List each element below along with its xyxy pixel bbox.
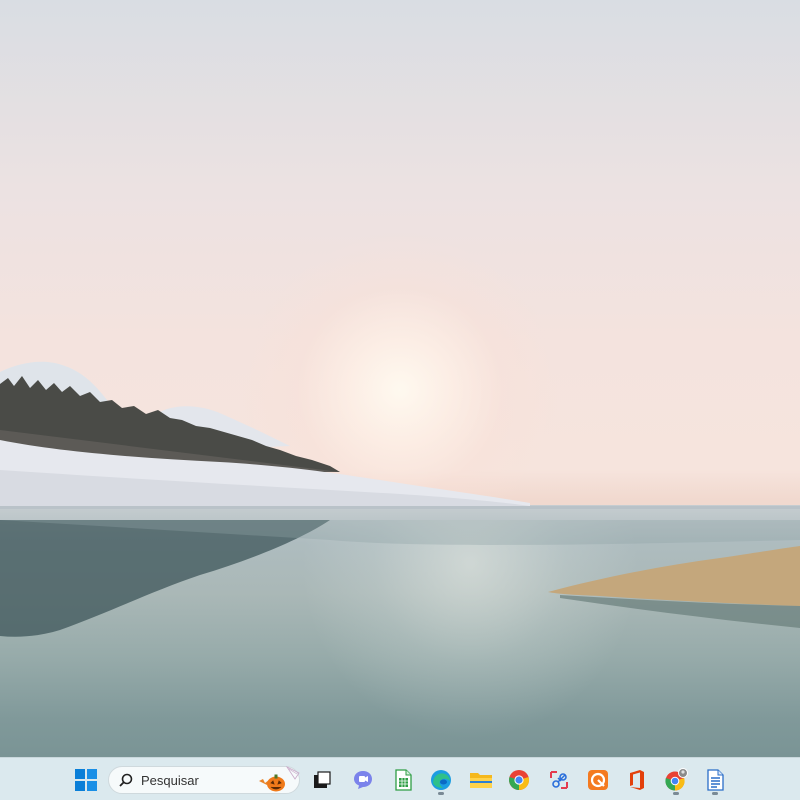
landscape-illustration [0, 361, 800, 637]
vpn-app-icon [588, 770, 608, 790]
task-view-button[interactable] [306, 764, 338, 796]
libreoffice-calc-icon [395, 769, 412, 791]
chrome-profile-icon [665, 768, 688, 791]
chrome-button[interactable] [503, 764, 535, 796]
edge-browser-icon [431, 770, 451, 790]
search-icon [119, 773, 133, 787]
running-indicator [438, 792, 444, 795]
running-indicator [712, 792, 718, 795]
desktop-wallpaper [0, 0, 800, 757]
running-indicator [673, 792, 679, 795]
file-explorer-button[interactable] [465, 764, 497, 796]
taskbar: Pesquisar [0, 757, 800, 800]
office-button[interactable] [621, 764, 653, 796]
edge-button[interactable] [425, 764, 457, 796]
chat-button[interactable] [347, 764, 379, 796]
libreoffice-writer-icon [707, 769, 724, 791]
start-button[interactable] [70, 764, 102, 796]
libreoffice-calc-button[interactable] [387, 764, 419, 796]
meet-chat-icon [354, 771, 372, 789]
vpn-app-button[interactable] [582, 764, 614, 796]
halloween-pumpkin-icon [259, 765, 300, 792]
snipping-tool-button[interactable] [543, 764, 575, 796]
task-view-icon [314, 771, 331, 788]
libreoffice-writer-button[interactable] [699, 764, 731, 796]
taskbar-search-box[interactable]: Pesquisar [108, 765, 300, 794]
chrome-profile-button[interactable] [660, 764, 692, 796]
chrome-icon [509, 770, 530, 791]
snipping-tool-icon [550, 771, 568, 789]
search-placeholder: Pesquisar [141, 773, 199, 788]
office-icon [630, 770, 644, 790]
file-explorer-icon [470, 773, 492, 788]
start-menu-icon [75, 769, 97, 791]
